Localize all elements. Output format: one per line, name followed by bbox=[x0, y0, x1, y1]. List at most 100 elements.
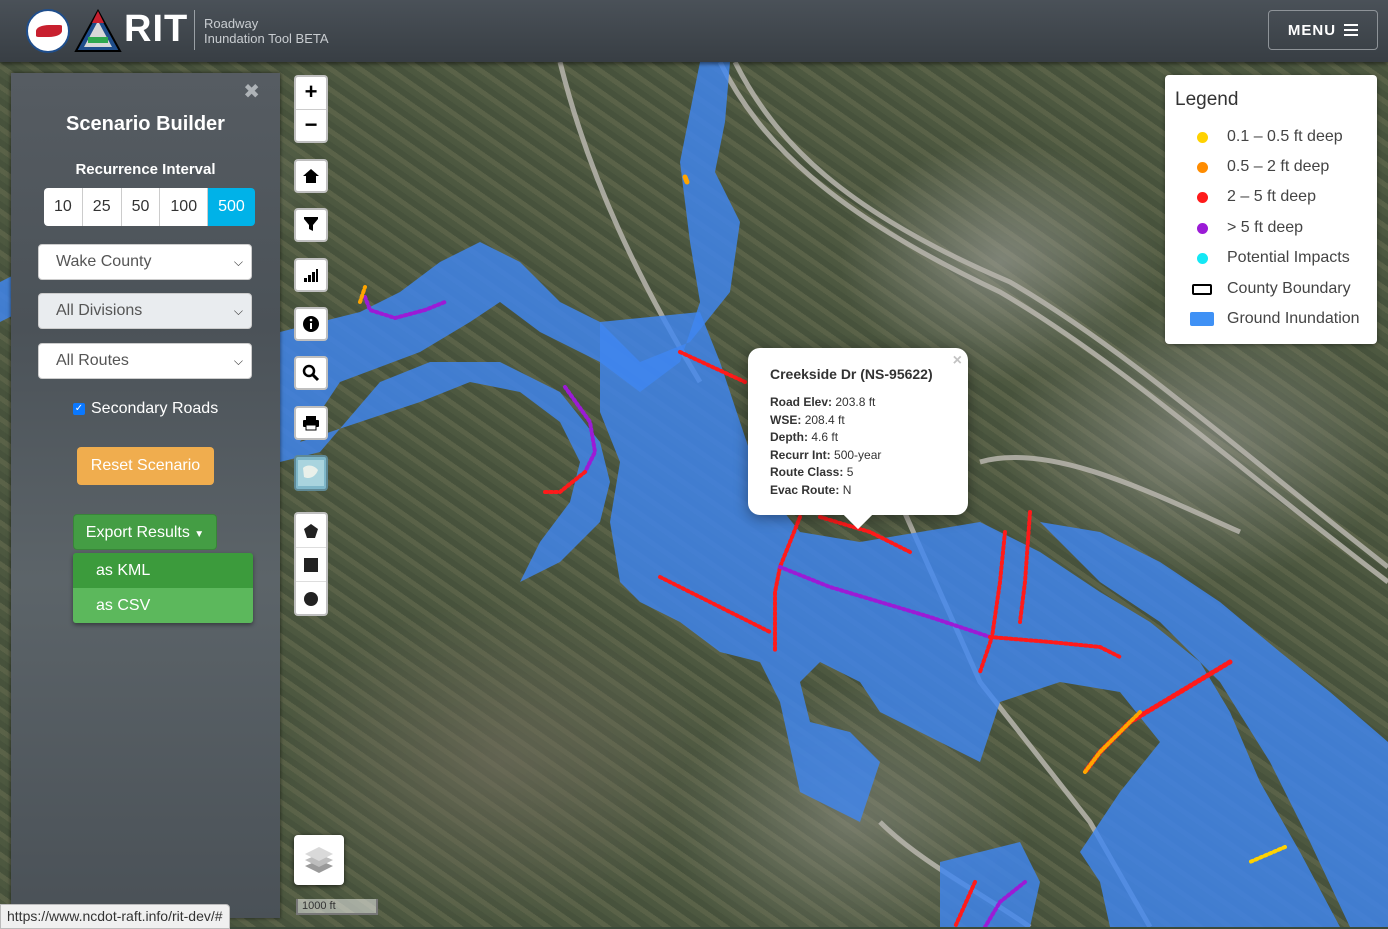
draw-polygon-button[interactable] bbox=[296, 514, 326, 548]
popup-title: Creekside Dr (NS-95622) bbox=[770, 366, 933, 382]
route-select-value: All Routes bbox=[56, 352, 129, 369]
popup-row: Recurr Int: 500-year bbox=[770, 447, 882, 462]
print-icon bbox=[303, 416, 319, 431]
search-icon bbox=[302, 364, 320, 382]
popup-close-icon[interactable]: × bbox=[953, 352, 962, 370]
popup-row: Depth: 4.6 ft bbox=[770, 430, 839, 445]
menu-label: MENU bbox=[1287, 21, 1337, 39]
legend-label: 0.5 – 2 ft deep bbox=[1227, 158, 1330, 175]
scenario-builder-panel: ✖ Scenario Builder Recurrence Interval 1… bbox=[11, 73, 280, 918]
zoom-in-button[interactable]: + bbox=[296, 77, 326, 110]
export-results-label: Export Results bbox=[85, 524, 190, 541]
chevron-down-icon: ⌵ bbox=[233, 255, 243, 269]
info-icon bbox=[303, 316, 319, 332]
popup-row: WSE: 208.4 ft bbox=[770, 412, 845, 427]
popup-row: Evac Route: N bbox=[770, 482, 852, 497]
panel-title: Scenario Builder bbox=[66, 113, 225, 135]
draw-square-button[interactable] bbox=[296, 548, 326, 582]
layers-icon bbox=[305, 847, 333, 873]
export-results-button[interactable]: Export Results ▼ bbox=[73, 514, 217, 550]
route-select[interactable]: All Routes ⌵ bbox=[38, 343, 252, 379]
legend-label: County Boundary bbox=[1227, 280, 1351, 297]
legend-item: Ground Inundation bbox=[1189, 309, 1360, 329]
search-button[interactable] bbox=[294, 356, 328, 390]
zoom-out-button[interactable]: − bbox=[296, 110, 326, 142]
info-button[interactable] bbox=[294, 307, 328, 341]
legend-panel: Legend 0.1 – 0.5 ft deep 0.5 – 2 ft deep… bbox=[1165, 75, 1377, 344]
legend-item: Potential Impacts bbox=[1189, 248, 1350, 268]
yellow-dot-icon bbox=[1196, 131, 1208, 143]
legend-label: Potential Impacts bbox=[1227, 249, 1350, 266]
minimap-icon bbox=[298, 460, 324, 486]
header-divider bbox=[194, 10, 195, 50]
recurrence-10-button[interactable]: 10 bbox=[44, 188, 83, 226]
secondary-roads-checkbox[interactable]: ✓ bbox=[73, 403, 85, 415]
purple-dot-icon bbox=[1196, 222, 1208, 234]
secondary-roads-toggle[interactable]: ✓ Secondary Roads bbox=[73, 400, 218, 418]
draw-circle-button[interactable] bbox=[296, 582, 326, 615]
recurrence-100-button[interactable]: 100 bbox=[160, 188, 209, 226]
print-button[interactable] bbox=[294, 406, 328, 440]
division-select[interactable]: All Divisions ⌵ bbox=[38, 293, 252, 329]
export-kml-item[interactable]: as KML bbox=[73, 553, 253, 588]
link-status-bar: https://www.ncdot-raft.info/rit-dev/# bbox=[0, 904, 230, 929]
chevron-down-icon: ⌵ bbox=[233, 354, 243, 368]
popup-row: Road Elev: 203.8 ft bbox=[770, 395, 876, 409]
division-select-value: All Divisions bbox=[56, 302, 143, 319]
legend-label: 0.1 – 0.5 ft deep bbox=[1227, 128, 1343, 145]
chart-icon bbox=[304, 269, 318, 282]
legend-item: County Boundary bbox=[1189, 279, 1351, 299]
road-info-popup: × Creekside Dr (NS-95622) Road Elev: 203… bbox=[748, 348, 968, 515]
recurrence-50-button[interactable]: 50 bbox=[121, 188, 161, 226]
chart-button[interactable] bbox=[294, 258, 328, 292]
layers-button[interactable] bbox=[294, 835, 344, 885]
polygon-icon bbox=[304, 523, 318, 538]
export-csv-item[interactable]: as CSV bbox=[73, 588, 253, 623]
square-icon bbox=[304, 557, 318, 572]
filter-button[interactable] bbox=[294, 208, 328, 242]
hamburger-icon bbox=[1344, 21, 1359, 39]
legend-item: 2 – 5 ft deep bbox=[1189, 187, 1316, 207]
ncdot-logo bbox=[26, 9, 70, 53]
recurrence-25-button[interactable]: 25 bbox=[82, 188, 122, 226]
popup-row: Route Class: 5 bbox=[770, 465, 854, 480]
legend-item: 0.5 – 2 ft deep bbox=[1189, 157, 1329, 177]
legend-item: > 5 ft deep bbox=[1189, 218, 1303, 238]
county-select[interactable]: Wake County ⌵ bbox=[38, 244, 252, 280]
recurrence-interval-group: 10 25 50 100 500 bbox=[44, 188, 255, 226]
filter-icon bbox=[304, 217, 318, 231]
secondary-roads-label: Secondary Roads bbox=[91, 400, 219, 417]
zoom-control: + − bbox=[294, 75, 328, 143]
red-dot-icon bbox=[1196, 191, 1208, 203]
boundary-outline-icon bbox=[1192, 283, 1212, 295]
home-icon bbox=[303, 169, 319, 183]
app-subtitle-line2: Inundation Tool BETA bbox=[204, 31, 329, 46]
export-menu: as KML as CSV bbox=[73, 553, 253, 623]
caret-down-icon: ▼ bbox=[194, 529, 205, 540]
app-subtitle-line1: Roadway bbox=[204, 16, 259, 31]
recurrence-500-button[interactable]: 500 bbox=[208, 188, 255, 226]
legend-title: Legend bbox=[1175, 89, 1239, 110]
legend-label: > 5 ft deep bbox=[1227, 219, 1304, 236]
menu-button[interactable]: MENU bbox=[1268, 10, 1378, 50]
popup-details: Road Elev: 203.8 ft WSE: 208.4 ft Depth:… bbox=[770, 394, 881, 500]
legend-item: 0.1 – 0.5 ft deep bbox=[1189, 127, 1343, 147]
home-button[interactable] bbox=[294, 159, 328, 193]
circle-icon bbox=[304, 591, 318, 606]
inundation-fill-icon bbox=[1190, 312, 1214, 326]
orange-dot-icon bbox=[1196, 161, 1208, 173]
app-header: RIT Roadway Inundation Tool BETA MENU bbox=[0, 0, 1388, 62]
rit-triangle-logo bbox=[74, 9, 122, 52]
app-name: RIT bbox=[124, 8, 189, 50]
reset-scenario-button[interactable]: Reset Scenario bbox=[77, 447, 214, 485]
chevron-down-icon: ⌵ bbox=[233, 304, 243, 318]
legend-label: Ground Inundation bbox=[1227, 310, 1360, 327]
county-select-value: Wake County bbox=[56, 253, 152, 270]
panel-close-icon[interactable]: ✖ bbox=[243, 79, 260, 104]
draw-toolbar bbox=[294, 512, 328, 616]
scale-bar: 1000 ft bbox=[296, 899, 378, 915]
cyan-dot-icon bbox=[1196, 252, 1208, 264]
minimap-button[interactable] bbox=[294, 455, 328, 491]
recurrence-interval-label: Recurrence Interval bbox=[75, 161, 216, 178]
app-subtitle: Roadway Inundation Tool BETA bbox=[204, 16, 329, 46]
